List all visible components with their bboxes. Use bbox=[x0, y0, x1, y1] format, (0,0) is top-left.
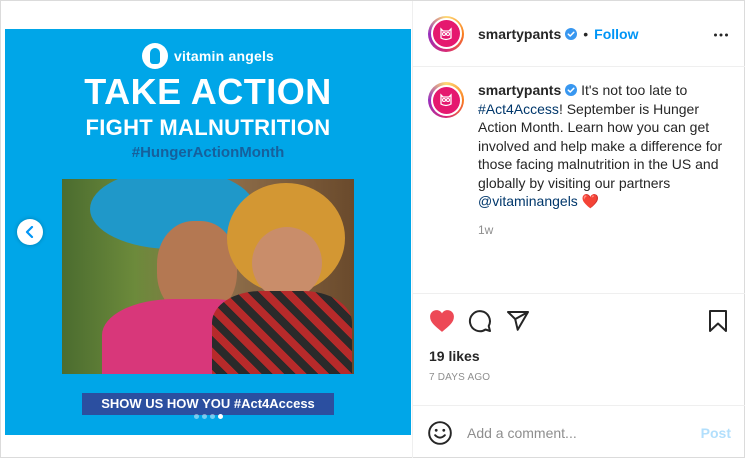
carousel-dot bbox=[201, 414, 207, 419]
caption-body: smartypants It's not too late to #Act4Ac… bbox=[478, 81, 738, 239]
avatar[interactable] bbox=[428, 15, 464, 52]
heart-filled-icon bbox=[430, 310, 454, 332]
verified-badge-icon bbox=[565, 27, 578, 40]
post-media[interactable]: vitamin angels TAKE ACTION FIGHT MALNUTR… bbox=[5, 29, 411, 435]
carousel-prev-button[interactable] bbox=[17, 219, 43, 245]
post-side-panel: smartypants • Follow smartypants It's no… bbox=[412, 1, 745, 458]
post-comment-button[interactable]: Post bbox=[701, 425, 731, 441]
carousel-dot-active bbox=[217, 414, 223, 419]
separator-dot: • bbox=[583, 25, 589, 42]
vitamin-angels-logo: vitamin angels bbox=[5, 43, 411, 69]
media-hashtag: #HungerActionMonth bbox=[131, 144, 285, 161]
verified-badge-icon bbox=[565, 84, 578, 96]
comment-input[interactable] bbox=[467, 424, 701, 441]
post-actions: 19 likes 7 DAYS AGO bbox=[413, 293, 745, 383]
smartypants-owl-icon bbox=[440, 93, 452, 107]
save-button[interactable] bbox=[705, 308, 731, 334]
comment-icon bbox=[468, 310, 491, 333]
mother-child-photo bbox=[62, 179, 354, 374]
header-username[interactable]: smartypants bbox=[478, 26, 561, 42]
carousel-dot bbox=[209, 414, 215, 419]
caption-avatar[interactable] bbox=[428, 82, 464, 118]
smartypants-owl-icon bbox=[440, 26, 452, 40]
mention-link[interactable]: @vitaminangels bbox=[478, 193, 578, 209]
comment-bar: Post bbox=[413, 405, 745, 458]
caption-username[interactable]: smartypants bbox=[478, 82, 561, 98]
bookmark-icon bbox=[709, 310, 727, 332]
caption-age[interactable]: 1w bbox=[478, 221, 738, 240]
comment-button[interactable] bbox=[467, 308, 493, 334]
share-icon bbox=[507, 311, 529, 331]
carousel-dot bbox=[193, 414, 199, 419]
media-subheadline: FIGHT MALNUTRITION bbox=[85, 115, 331, 140]
caption-text: smartypants It's not too late to #Act4Ac… bbox=[478, 81, 738, 211]
post-caption: smartypants It's not too late to #Act4Ac… bbox=[428, 81, 738, 239]
post-date[interactable]: 7 DAYS AGO bbox=[429, 372, 731, 383]
follow-button[interactable]: Follow bbox=[594, 26, 638, 42]
vitamin-angels-logo-icon bbox=[141, 43, 168, 69]
smile-icon[interactable] bbox=[427, 420, 453, 446]
caption-text-part: It's not too late to bbox=[577, 82, 688, 98]
share-button[interactable] bbox=[505, 308, 531, 334]
logo-text: vitamin angels bbox=[173, 48, 275, 64]
hashtag-link[interactable]: #Act4Access bbox=[478, 101, 559, 117]
chevron-left-icon bbox=[25, 226, 34, 238]
more-horizontal-icon[interactable] bbox=[713, 27, 729, 43]
carousel-indicator bbox=[5, 414, 411, 419]
instagram-post: vitamin angels TAKE ACTION FIGHT MALNUTR… bbox=[0, 0, 745, 458]
media-headline: TAKE ACTION bbox=[84, 71, 332, 112]
media-cta-banner: SHOW US HOW YOU #Act4Access bbox=[82, 393, 334, 415]
heart-emoji: ❤️ bbox=[581, 193, 600, 209]
like-button[interactable] bbox=[429, 308, 455, 334]
post-header: smartypants • Follow bbox=[413, 1, 745, 67]
action-icon-row bbox=[429, 306, 731, 336]
like-count[interactable]: 19 likes bbox=[429, 348, 731, 364]
